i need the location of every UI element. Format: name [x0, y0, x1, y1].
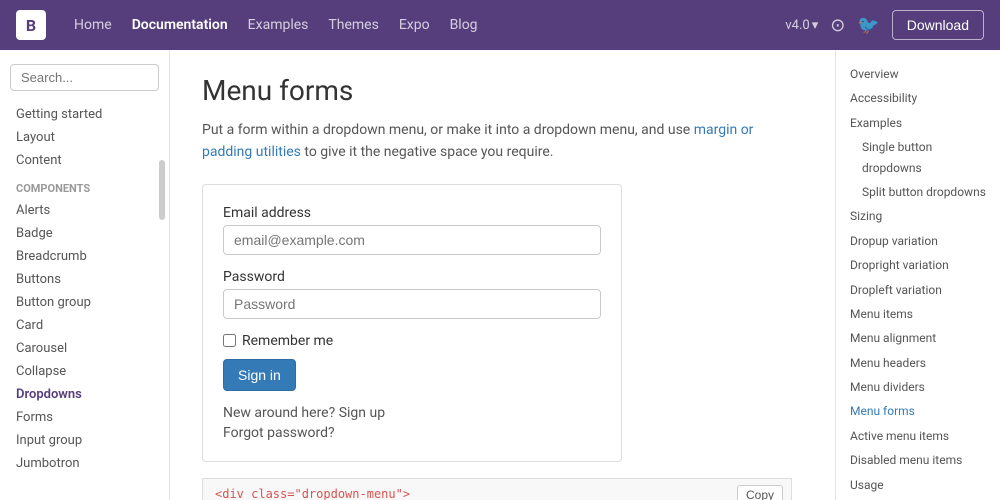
right-sidebar: Overview Accessibility Examples Single b…: [835, 50, 1000, 500]
sidebar-item-button-group[interactable]: Button group: [0, 291, 169, 314]
version-dropdown[interactable]: v4.0 ▾: [785, 18, 818, 33]
email-form-group: Email address: [223, 205, 601, 255]
content-area: Menu forms Put a form within a dropdown …: [170, 50, 835, 500]
download-button[interactable]: Download: [892, 10, 984, 40]
scroll-indicator: [159, 160, 165, 220]
page-description: Put a form within a dropdown menu, or ma…: [202, 119, 803, 164]
right-sidebar-examples[interactable]: Examples: [850, 111, 986, 135]
right-sidebar-menu-alignment[interactable]: Menu alignment: [850, 326, 986, 350]
nav-expo[interactable]: Expo: [399, 13, 430, 37]
forgot-password-link[interactable]: Forgot password?: [223, 425, 601, 441]
remember-me-checkbox[interactable]: [223, 334, 236, 347]
right-sidebar-dropleft[interactable]: Dropleft variation: [850, 278, 986, 302]
sidebar-item-card[interactable]: Card: [0, 314, 169, 337]
search-input[interactable]: [10, 64, 159, 91]
password-label: Password: [223, 269, 601, 285]
sidebar-item-getting-started[interactable]: Getting started: [0, 103, 169, 126]
sidebar-item-input-group[interactable]: Input group: [0, 429, 169, 452]
sidebar-item-content[interactable]: Content: [0, 149, 169, 172]
remember-me-label[interactable]: Remember me: [223, 333, 601, 349]
nav-home[interactable]: Home: [74, 13, 112, 37]
sidebar-item-badge[interactable]: Badge: [0, 222, 169, 245]
sidebar-item-buttons[interactable]: Buttons: [0, 268, 169, 291]
github-icon[interactable]: ⊙: [830, 15, 845, 36]
sign-up-link[interactable]: New around here? Sign up: [223, 405, 601, 421]
main-layout: Getting started Layout Content Component…: [0, 50, 1000, 500]
password-input[interactable]: [223, 289, 601, 319]
sidebar-item-carousel[interactable]: Carousel: [0, 337, 169, 360]
right-sidebar-overview[interactable]: Overview: [850, 62, 986, 86]
email-input[interactable]: [223, 225, 601, 255]
right-sidebar-accessibility[interactable]: Accessibility: [850, 86, 986, 110]
right-sidebar-usage[interactable]: Usage: [850, 473, 986, 497]
sidebar-item-forms[interactable]: Forms: [0, 406, 169, 429]
sign-in-button[interactable]: Sign in: [223, 359, 296, 391]
nav-themes[interactable]: Themes: [328, 13, 378, 37]
right-sidebar-dropright[interactable]: Dropright variation: [850, 253, 986, 277]
copy-button[interactable]: Copy: [737, 485, 783, 500]
sidebar-item-alerts[interactable]: Alerts: [0, 199, 169, 222]
right-sidebar-menu-dividers[interactable]: Menu dividers: [850, 375, 986, 399]
sidebar-item-jumbotron[interactable]: Jumbotron: [0, 452, 169, 475]
sidebar-item-layout[interactable]: Layout: [0, 126, 169, 149]
components-section-title: Components: [0, 178, 169, 199]
code-preview: <div class="dropdown-menu"> Copy: [202, 478, 792, 500]
right-sidebar-menu-forms[interactable]: Menu forms: [850, 399, 986, 423]
nav-examples[interactable]: Examples: [248, 13, 309, 37]
right-sidebar-split-btn[interactable]: Split button dropdowns: [850, 180, 986, 204]
page-title: Menu forms: [202, 74, 803, 107]
navbar-right: v4.0 ▾ ⊙ 🐦 Download: [785, 10, 984, 40]
sidebar-item-breadcrumb[interactable]: Breadcrumb: [0, 245, 169, 268]
password-form-group: Password: [223, 269, 601, 319]
right-sidebar-dropup[interactable]: Dropup variation: [850, 229, 986, 253]
right-sidebar-menu-items[interactable]: Menu items: [850, 302, 986, 326]
nav-blog[interactable]: Blog: [450, 13, 478, 37]
sidebar-item-dropdowns[interactable]: Dropdowns: [0, 383, 169, 406]
right-sidebar-active-items[interactable]: Active menu items: [850, 424, 986, 448]
demo-box: Email address Password Remember me Sign …: [202, 184, 622, 462]
nav-documentation[interactable]: Documentation: [132, 13, 228, 37]
right-sidebar-single-btn[interactable]: Single button dropdowns: [850, 135, 986, 180]
sidebar-item-collapse[interactable]: Collapse: [0, 360, 169, 383]
form-links: New around here? Sign up Forgot password…: [223, 405, 601, 441]
right-sidebar-menu-headers[interactable]: Menu headers: [850, 351, 986, 375]
brand-logo[interactable]: B: [16, 10, 46, 40]
left-sidebar: Getting started Layout Content Component…: [0, 50, 170, 500]
email-label: Email address: [223, 205, 601, 221]
right-sidebar-sizing[interactable]: Sizing: [850, 204, 986, 228]
right-sidebar-disabled-items[interactable]: Disabled menu items: [850, 448, 986, 472]
navbar: B Home Documentation Examples Themes Exp…: [0, 0, 1000, 50]
twitter-icon[interactable]: 🐦: [857, 15, 879, 36]
